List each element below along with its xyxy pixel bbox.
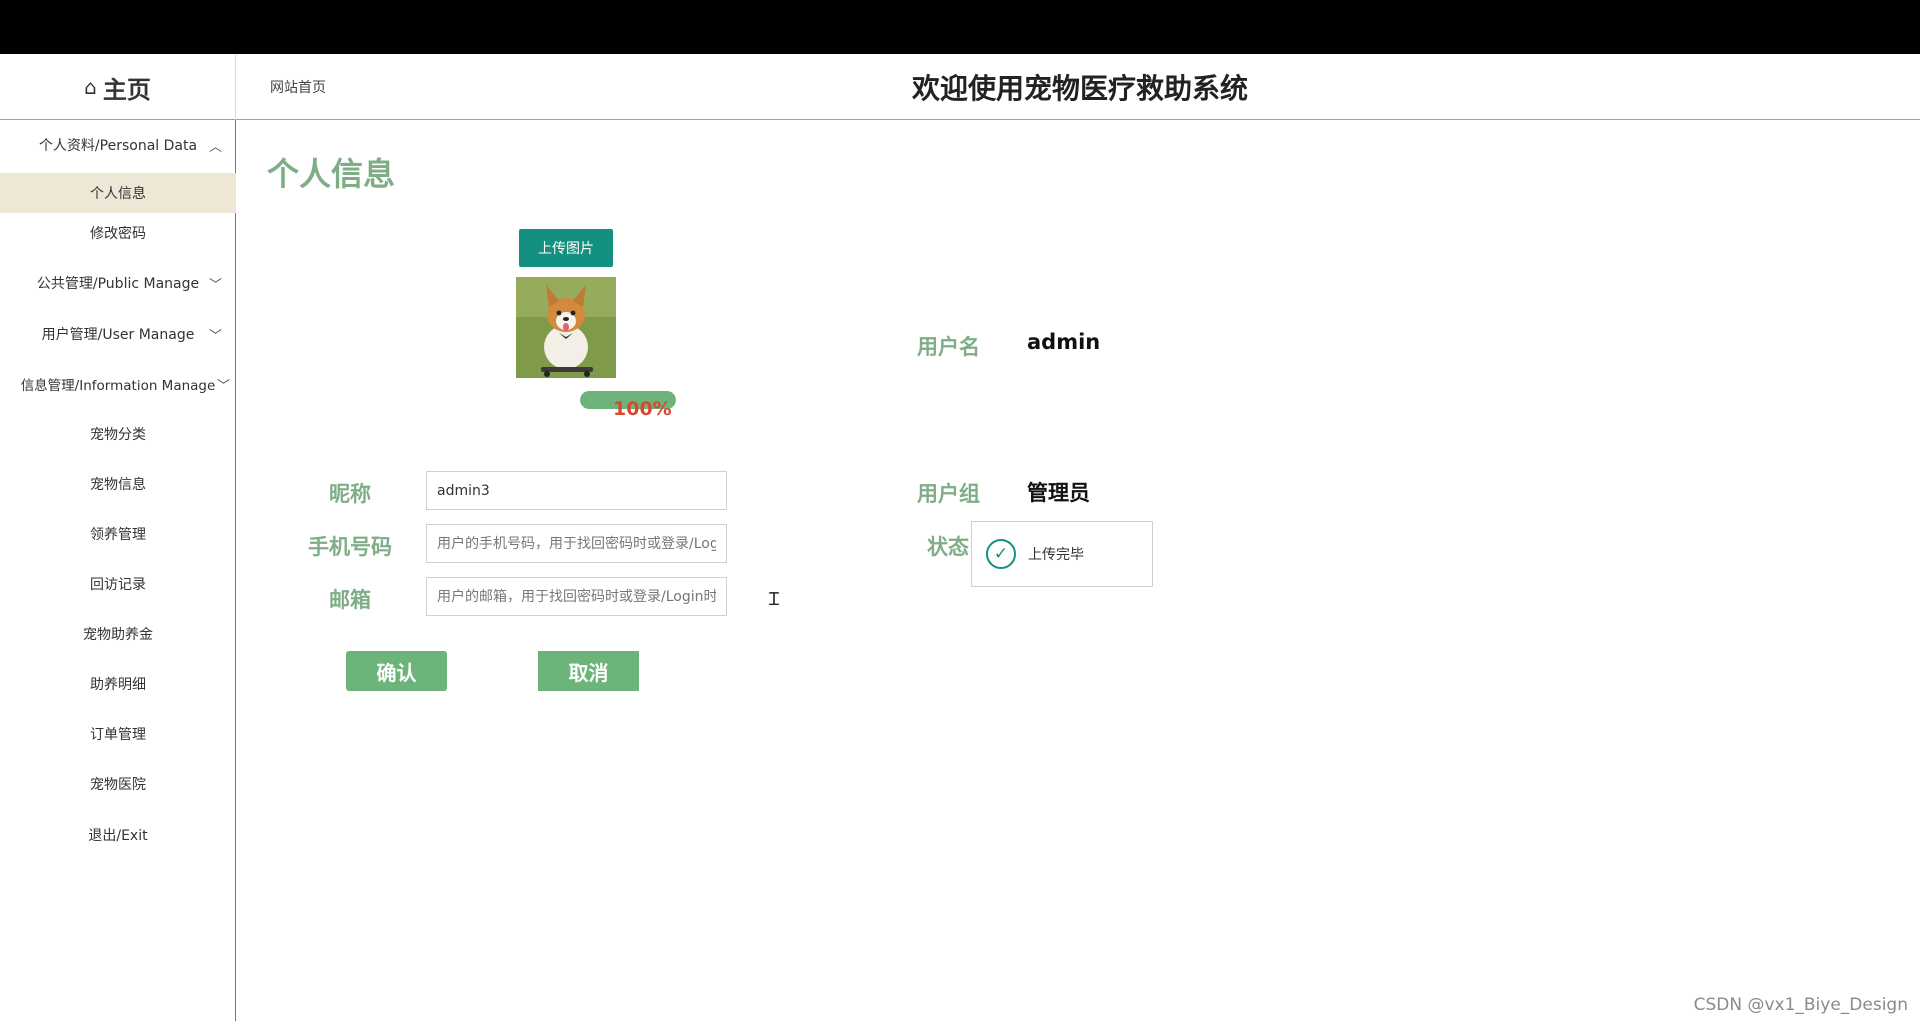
sidebar-item-label: 宠物分类 bbox=[90, 427, 146, 443]
home-link[interactable]: ⌂ 主页 bbox=[0, 54, 236, 120]
sidebar-item-pet-fund[interactable]: 宠物助养金 bbox=[0, 614, 236, 654]
upload-image-button[interactable]: 上传图片 bbox=[519, 229, 613, 267]
sidebar: 个人资料/Personal Data ︿ 个人信息 修改密码 公共管理/Publ… bbox=[0, 120, 236, 1021]
sidebar-item-label: 订单管理 bbox=[90, 727, 146, 743]
phone-label: 手机号码 bbox=[308, 535, 392, 559]
phone-input[interactable] bbox=[426, 524, 727, 563]
main-content: 个人信息 上传图片 100% 昵称 Ɪ 手机号码 邮箱 确认 取消 bbox=[237, 121, 1920, 1021]
username-label: 用户名 bbox=[917, 335, 980, 359]
sidebar-item-adoption[interactable]: 领养管理 bbox=[0, 514, 236, 554]
avatar[interactable] bbox=[516, 277, 616, 378]
header: ⌂ 主页 网站首页 欢迎使用宠物医疗救助系统 bbox=[0, 54, 1920, 120]
sidebar-group-label: 用户管理/User Manage bbox=[41, 327, 195, 343]
sidebar-item-exit[interactable]: 退出/Exit bbox=[0, 815, 236, 855]
watermark: CSDN @vx1_Biye_Design bbox=[1693, 995, 1908, 1015]
sidebar-item-label: 领养管理 bbox=[90, 527, 146, 543]
sidebar-group-personal-data[interactable]: 个人资料/Personal Data ︿ bbox=[0, 120, 236, 170]
check-circle-icon: ✓ bbox=[986, 539, 1016, 569]
sidebar-item-label: 退出/Exit bbox=[88, 828, 148, 844]
sidebar-item-visit-records[interactable]: 回访记录 bbox=[0, 564, 236, 604]
sidebar-group-label: 个人资料/Personal Data bbox=[38, 138, 198, 154]
sidebar-item-label: 宠物信息 bbox=[90, 477, 146, 493]
cancel-button[interactable]: 取消 bbox=[538, 651, 639, 691]
sidebar-item-fund-details[interactable]: 助养明细 bbox=[0, 664, 236, 704]
sidebar-item-pet-category[interactable]: 宠物分类 bbox=[0, 414, 236, 454]
chevron-down-icon: ﹀ bbox=[208, 277, 222, 293]
home-label: 主页 bbox=[102, 75, 151, 104]
sidebar-item-label: 回访记录 bbox=[90, 577, 146, 593]
nickname-input[interactable] bbox=[426, 471, 727, 510]
system-title: 欢迎使用宠物医疗救助系统 bbox=[911, 72, 1248, 105]
upload-progress-text: 100% bbox=[613, 398, 672, 420]
sidebar-item-label: 助养明细 bbox=[90, 677, 146, 693]
home-icon: ⌂ bbox=[84, 75, 97, 99]
sidebar-item-label: 修改密码 bbox=[90, 226, 146, 242]
sidebar-group-label: 信息管理/Information Manage bbox=[20, 378, 216, 394]
window-top-bar bbox=[0, 0, 1920, 54]
sidebar-item-orders[interactable]: 订单管理 bbox=[0, 714, 236, 754]
sidebar-group-label: 公共管理/Public Manage bbox=[36, 276, 200, 292]
sidebar-item-label: 宠物医院 bbox=[90, 777, 146, 793]
sidebar-item-label: 宠物助养金 bbox=[83, 627, 153, 643]
chevron-down-icon: ﹀ bbox=[216, 378, 230, 394]
sidebar-item-pet-info[interactable]: 宠物信息 bbox=[0, 464, 236, 504]
user-group-label: 用户组 bbox=[917, 482, 980, 506]
sidebar-group-public-manage[interactable]: 公共管理/Public Manage ﹀ bbox=[0, 258, 236, 308]
page-title: 个人信息 bbox=[267, 155, 396, 193]
sidebar-item-pet-hospital[interactable]: 宠物医院 bbox=[0, 764, 236, 804]
text-cursor-icon: Ɪ bbox=[769, 589, 780, 610]
sidebar-item-personal-info[interactable]: 个人信息 bbox=[0, 173, 236, 213]
sidebar-group-user-manage[interactable]: 用户管理/User Manage ﹀ bbox=[0, 309, 236, 359]
username-value: admin bbox=[1027, 330, 1101, 354]
email-input[interactable] bbox=[426, 577, 727, 616]
dog-photo-icon bbox=[516, 277, 616, 378]
email-label: 邮箱 bbox=[329, 588, 371, 612]
user-group-value: 管理员 bbox=[1027, 481, 1090, 505]
sidebar-item-label: 个人信息 bbox=[90, 186, 146, 202]
breadcrumb[interactable]: 网站首页 bbox=[270, 54, 326, 120]
chevron-up-icon: ︿ bbox=[208, 139, 222, 155]
toast-text: 上传完毕 bbox=[1028, 547, 1084, 563]
sidebar-group-information-manage[interactable]: 信息管理/Information Manage ﹀ bbox=[0, 359, 236, 409]
nickname-label: 昵称 bbox=[329, 482, 371, 506]
chevron-down-icon: ﹀ bbox=[208, 328, 222, 344]
upload-complete-toast: ✓ 上传完毕 bbox=[971, 521, 1153, 587]
sidebar-item-change-password[interactable]: 修改密码 bbox=[0, 213, 236, 253]
confirm-button[interactable]: 确认 bbox=[346, 651, 447, 691]
